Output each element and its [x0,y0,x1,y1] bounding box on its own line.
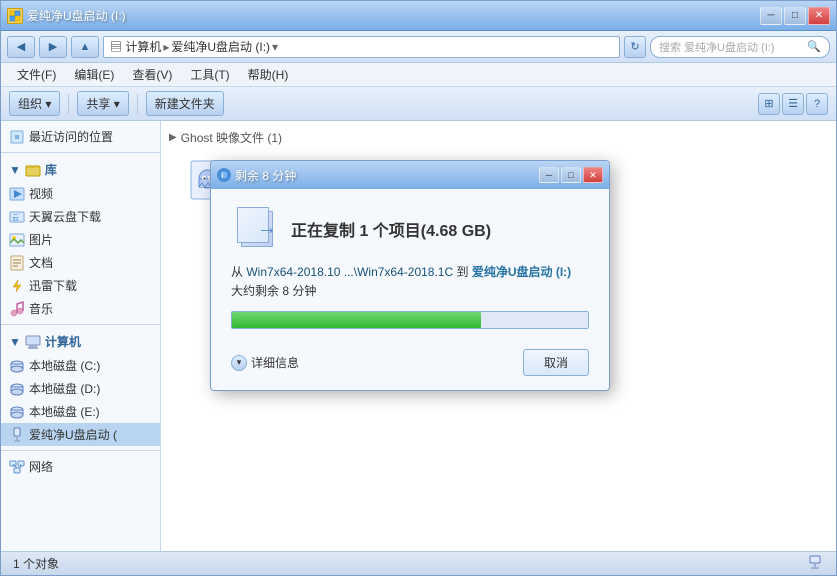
dialog-title-bar: i 剩余 8 分钟 ─ □ ✕ [211,161,609,189]
progress-bar-fill [232,312,481,328]
dialog-footer: ▾ 详细信息 取消 [211,343,609,390]
dialog-title-buttons: ─ □ ✕ [539,167,603,183]
dialog-icon: i [217,168,231,182]
dialog-close-button[interactable]: ✕ [583,167,603,183]
copy-arrow-icon: → [257,217,277,240]
dialog-restore-button[interactable]: □ [561,167,581,183]
copy-animation-icon: → [231,205,279,253]
dest-path: 爱纯净U盘启动 (I:) [472,265,571,279]
details-label: 详细信息 [251,354,299,371]
from-label: 从 [231,265,243,279]
to-label: 到 [457,265,472,279]
dialog-title-text: 剩余 8 分钟 [235,167,296,184]
dialog-title-left: i 剩余 8 分钟 [217,167,296,184]
svg-text:i: i [222,171,224,180]
dialog-minimize-button[interactable]: ─ [539,167,559,183]
copy-from-line: 从 Win7x64-2018.10 ...\Win7x64-2018.1C 到 … [231,263,589,282]
details-expand-icon: ▾ [231,355,247,371]
cancel-button[interactable]: 取消 [523,349,589,376]
time-remaining-line: 大约剩余 8 分钟 [231,282,589,301]
copy-header: → 正在复制 1 个项目(4.68 GB) [231,205,589,253]
dialog-overlay: i 剩余 8 分钟 ─ □ ✕ → [0,0,837,576]
copy-visual: → [233,207,277,251]
progress-bar-container [231,311,589,329]
from-path: Win7x64-2018.10 ...\Win7x64-2018.1C [246,265,453,279]
details-button[interactable]: ▾ 详细信息 [231,354,299,371]
copy-dialog: i 剩余 8 分钟 ─ □ ✕ → [210,160,610,391]
time-remaining: 大约剩余 8 分钟 [231,284,316,298]
dialog-body: → 正在复制 1 个项目(4.68 GB) 从 Win7x64-2018.10 … [211,189,609,343]
copy-info: 从 Win7x64-2018.10 ...\Win7x64-2018.1C 到 … [231,263,589,301]
copy-title: 正在复制 1 个项目(4.68 GB) [291,217,491,241]
